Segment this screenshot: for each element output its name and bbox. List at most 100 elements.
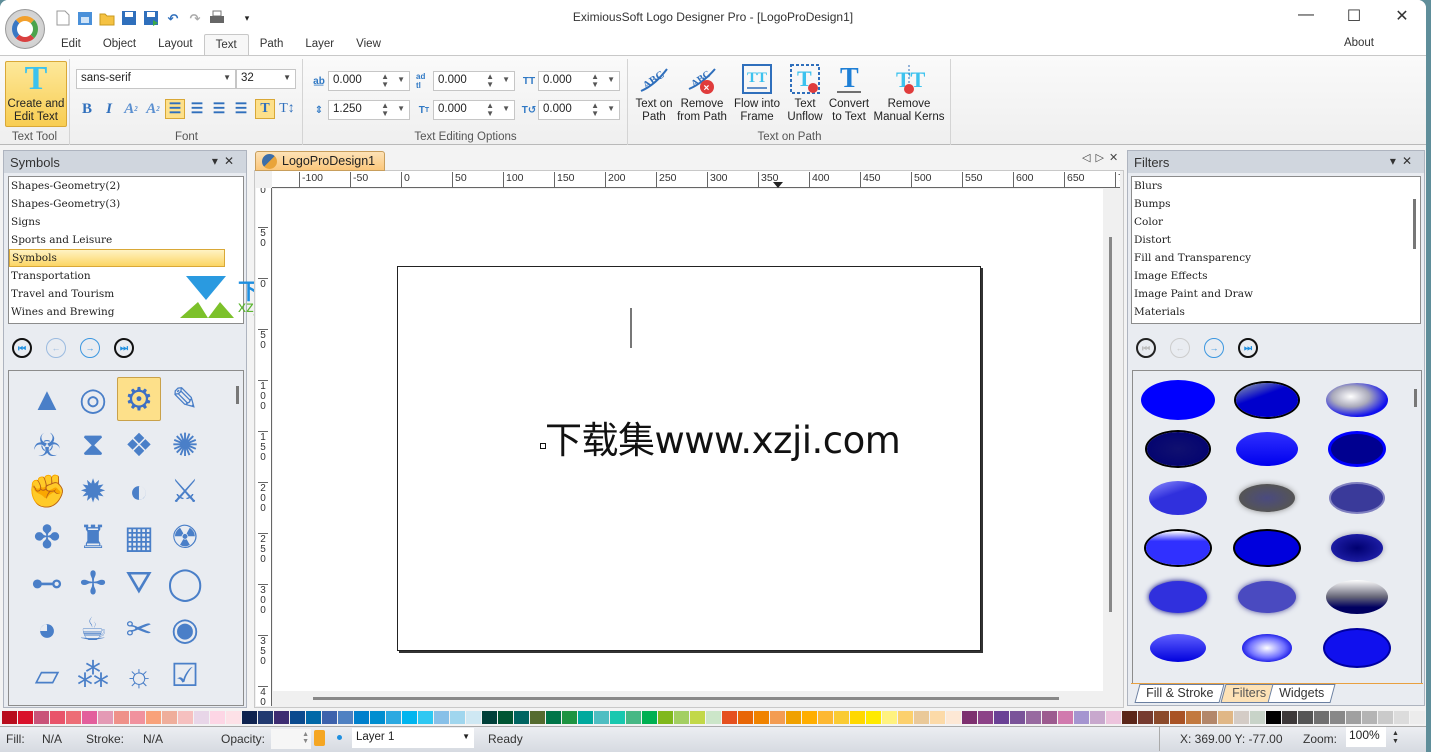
color-swatch[interactable]: [546, 711, 561, 724]
color-swatch[interactable]: [978, 711, 993, 724]
horizontal-kerning-input[interactable]: 0.000 ▲ ▼ ▼: [538, 71, 620, 91]
close-document-icon[interactable]: ✕: [1109, 152, 1123, 164]
next-page-icon[interactable]: →: [1204, 338, 1224, 358]
color-swatch[interactable]: [850, 711, 865, 724]
color-swatch[interactable]: [1026, 711, 1041, 724]
symbol-biohazard-icon[interactable]: ☣: [25, 423, 69, 467]
color-swatch[interactable]: [354, 711, 369, 724]
filter-preset[interactable]: [1242, 634, 1292, 662]
symbol-comb-scissors-icon[interactable]: ✂: [117, 607, 161, 651]
filter-grid-scrollbar[interactable]: [1414, 389, 1417, 407]
about-link[interactable]: About: [1344, 37, 1374, 49]
subscript-button[interactable]: A2: [143, 99, 163, 119]
filter-preset[interactable]: [1146, 531, 1210, 565]
color-swatch[interactable]: [898, 711, 913, 724]
symbol-sun-ring-icon[interactable]: ☼: [117, 653, 161, 697]
spin-arrows-icon[interactable]: ▲ ▼: [591, 102, 599, 118]
symbol-notebook-icon[interactable]: ▱: [25, 653, 69, 697]
tab-text[interactable]: Text: [203, 34, 249, 56]
list-item[interactable]: Image Paint and Draw: [1132, 285, 1420, 303]
color-swatch[interactable]: [834, 711, 849, 724]
symbol-swoosh-ball-icon[interactable]: ◐: [117, 469, 161, 513]
create-edit-text-button[interactable]: T Create and Edit Text: [5, 61, 67, 127]
color-swatch[interactable]: [578, 711, 593, 724]
first-page-icon[interactable]: ⏮: [12, 338, 32, 358]
symbol-pen-tools-icon[interactable]: ✎: [163, 377, 207, 421]
color-swatch[interactable]: [882, 711, 897, 724]
color-swatch[interactable]: [1394, 711, 1409, 724]
color-swatch[interactable]: [1058, 711, 1073, 724]
symbol-checkbox-icon[interactable]: ☑: [163, 653, 207, 697]
color-swatch[interactable]: [1154, 711, 1169, 724]
symbol-gear-icon[interactable]: ⚙: [117, 377, 161, 421]
color-swatch[interactable]: [962, 711, 977, 724]
color-swatch[interactable]: [130, 711, 145, 724]
filter-preset[interactable]: [1236, 383, 1298, 417]
filter-preset[interactable]: [1239, 484, 1295, 512]
filter-preset[interactable]: [1235, 531, 1299, 565]
color-swatch[interactable]: [274, 711, 289, 724]
spin-arrows-icon[interactable]: ▲ ▼: [591, 73, 599, 89]
minimize-icon[interactable]: —: [1296, 6, 1316, 26]
color-swatch[interactable]: [594, 711, 609, 724]
color-swatch[interactable]: [1314, 711, 1329, 724]
symbol-eye-swirl-icon[interactable]: ◉: [163, 607, 207, 651]
chevron-down-icon[interactable]: ▼: [502, 104, 510, 113]
italic-button[interactable]: I: [99, 99, 119, 119]
color-swatch[interactable]: [242, 711, 257, 724]
font-family-select[interactable]: sans-serif ▼: [76, 69, 236, 89]
color-swatch[interactable]: [66, 711, 81, 724]
color-swatch[interactable]: [1202, 711, 1217, 724]
color-swatch[interactable]: [338, 711, 353, 724]
symbol-radiation-icon[interactable]: ☢: [163, 515, 207, 559]
color-swatch[interactable]: [722, 711, 737, 724]
color-swatch[interactable]: [770, 711, 785, 724]
color-swatch[interactable]: [610, 711, 625, 724]
color-swatch[interactable]: [1362, 711, 1377, 724]
text-unflow-button[interactable]: T Text Unflow: [785, 63, 825, 124]
scroll-right-icon[interactable]: ▷: [1095, 152, 1108, 164]
color-swatch[interactable]: [1106, 711, 1121, 724]
remove-from-path-button[interactable]: ABC × Remove from Path: [675, 63, 729, 124]
color-swatch[interactable]: [1010, 711, 1025, 724]
color-swatch[interactable]: [306, 711, 321, 724]
color-swatch[interactable]: [498, 711, 513, 724]
color-swatch[interactable]: [1330, 711, 1345, 724]
color-swatch[interactable]: [1074, 711, 1089, 724]
filter-list-scrollbar[interactable]: [1413, 199, 1416, 249]
color-swatch[interactable]: [370, 711, 385, 724]
color-swatch[interactable]: [754, 711, 769, 724]
first-page-icon[interactable]: ⏮: [1136, 338, 1156, 358]
spin-arrows-icon[interactable]: ▲ ▼: [381, 73, 389, 89]
zoom-input[interactable]: 100%: [1346, 727, 1386, 747]
line-spacing-input[interactable]: 1.250 ▲ ▼ ▼: [328, 100, 410, 120]
symbol-shield-emblem-icon[interactable]: ⛛: [117, 561, 161, 605]
horizontal-scrollbar[interactable]: [313, 697, 1059, 700]
color-swatch[interactable]: [50, 711, 65, 724]
color-swatch[interactable]: [226, 711, 241, 724]
align-center-button[interactable]: ☰: [187, 99, 207, 119]
color-swatch[interactable]: [530, 711, 545, 724]
word-spacing-input[interactable]: 0.000 ▲ ▼ ▼: [433, 71, 515, 91]
list-item[interactable]: Fill and Transparency: [1132, 249, 1420, 267]
color-swatch[interactable]: [818, 711, 833, 724]
color-swatch[interactable]: [418, 711, 433, 724]
list-item[interactable]: Signs: [9, 213, 243, 231]
text-on-path-button[interactable]: ABC Text on Path: [633, 63, 675, 124]
color-swatch[interactable]: [1138, 711, 1153, 724]
filter-preset[interactable]: [1141, 380, 1215, 420]
filter-category-list[interactable]: Blurs Bumps Color Distort Fill and Trans…: [1131, 176, 1421, 324]
filter-preset[interactable]: [1326, 383, 1388, 417]
vertical-scrollbar[interactable]: [1109, 237, 1112, 612]
panel-close-icon[interactable]: ✕: [1402, 154, 1418, 168]
color-swatch[interactable]: [1266, 711, 1281, 724]
chevron-down-icon[interactable]: ▼: [502, 75, 510, 84]
tab-edit[interactable]: Edit: [50, 34, 92, 56]
color-swatch[interactable]: [466, 711, 481, 724]
symbol-mountain-circle-icon[interactable]: ◎: [71, 377, 115, 421]
text-anchor-handle[interactable]: [540, 443, 546, 449]
color-swatch[interactable]: [434, 711, 449, 724]
chevron-down-icon[interactable]: ▼: [397, 75, 405, 84]
maximize-icon[interactable]: ☐: [1344, 6, 1364, 26]
color-swatch[interactable]: [258, 711, 273, 724]
